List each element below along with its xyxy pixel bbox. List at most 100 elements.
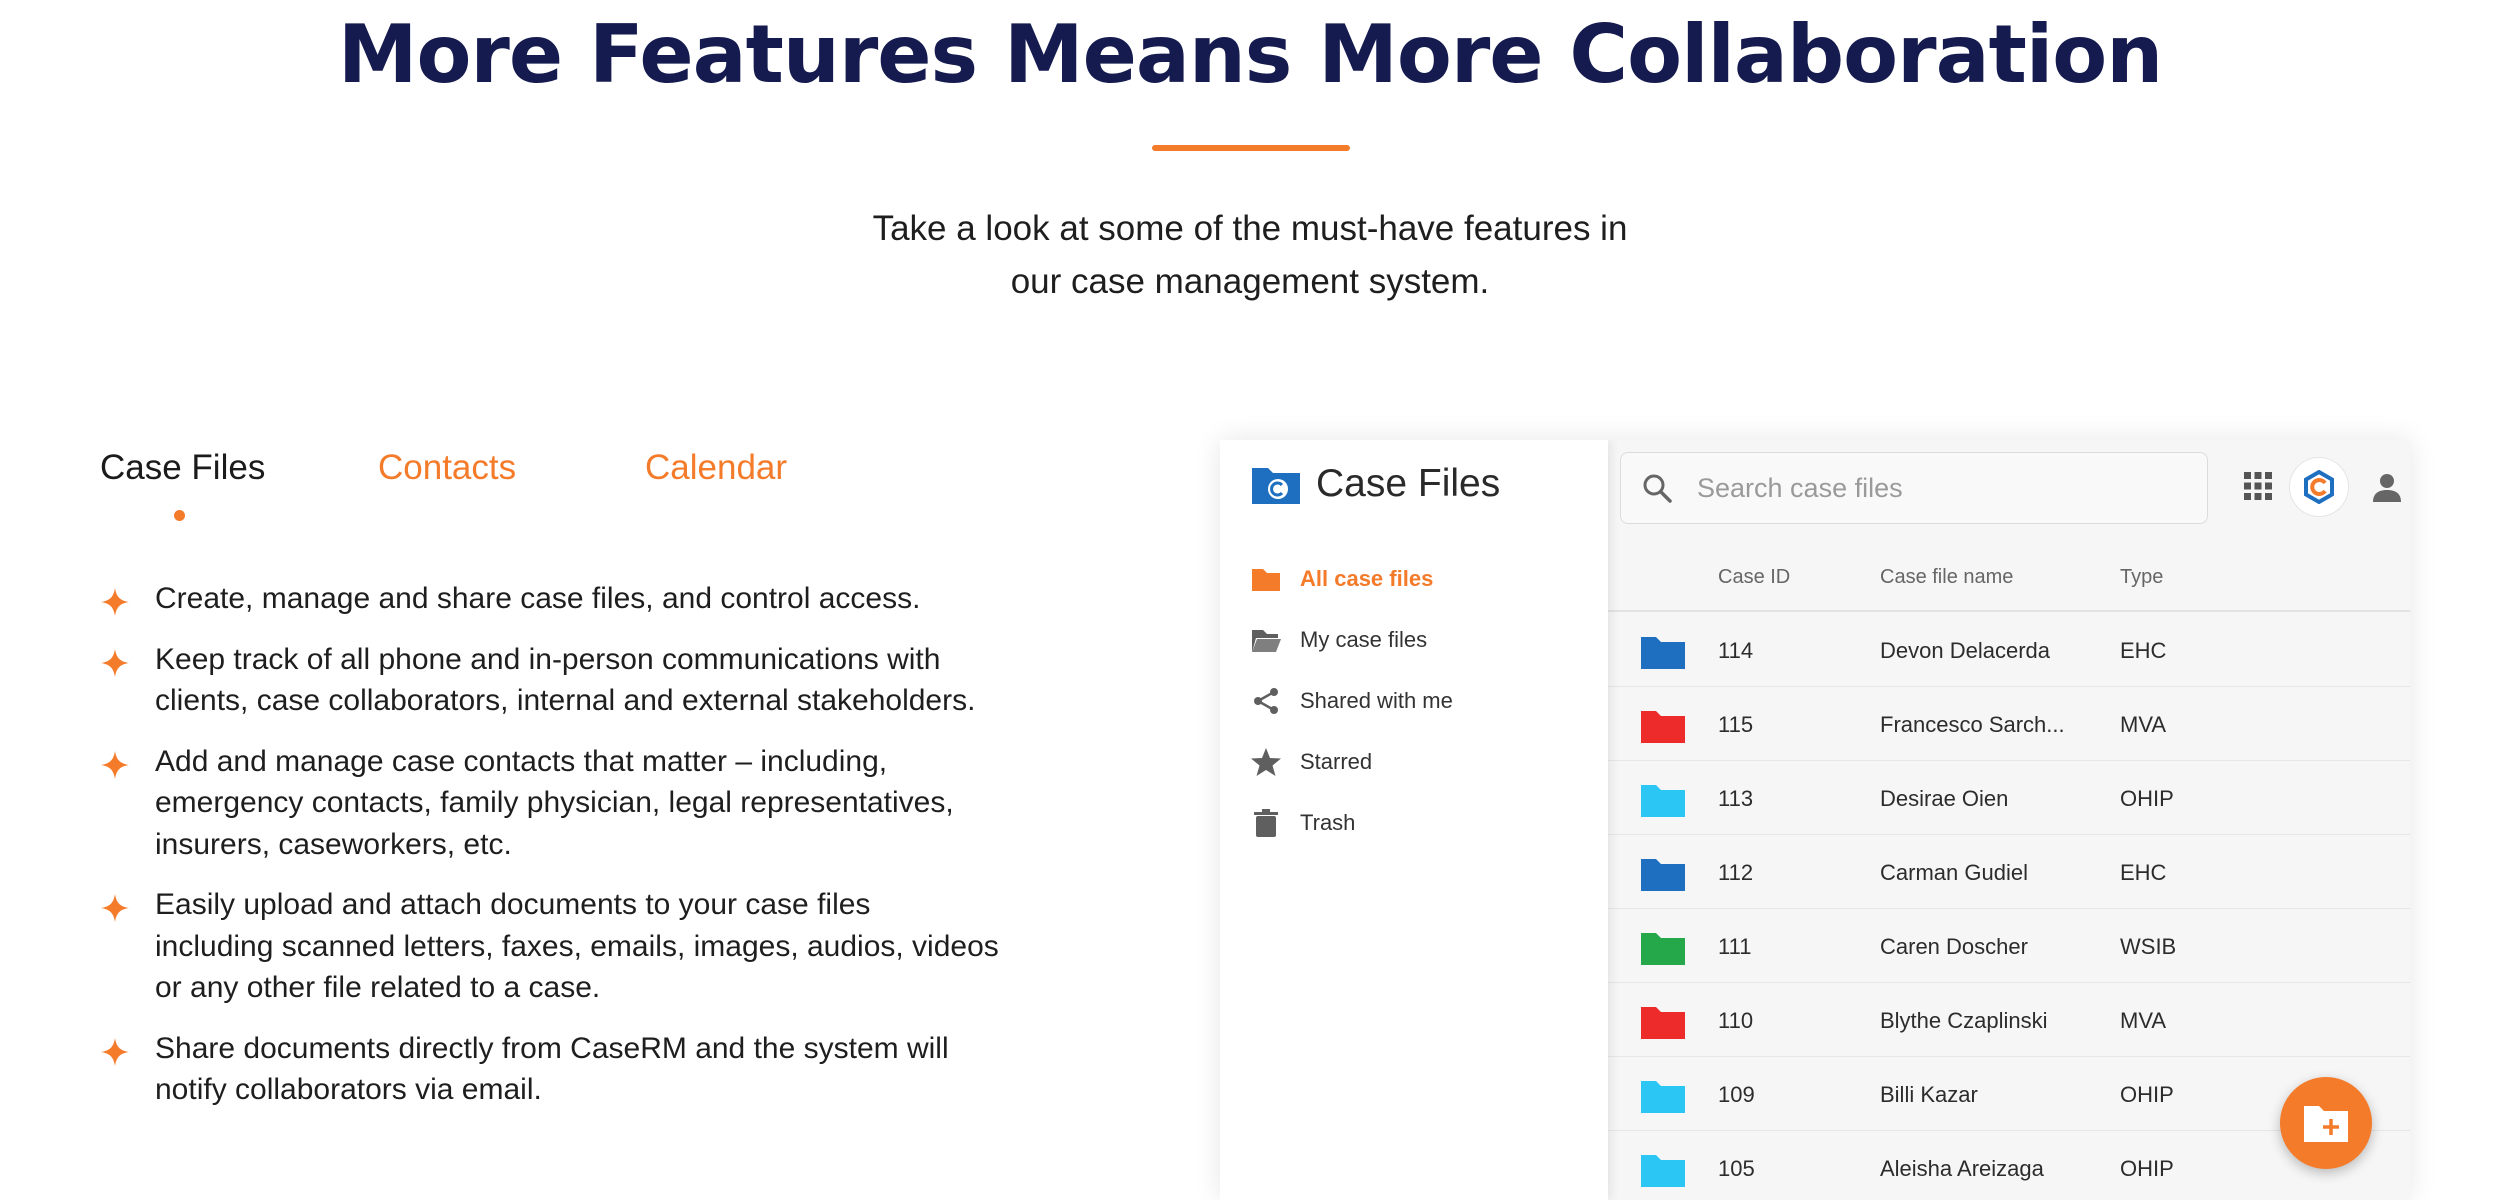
apps-grid-icon[interactable] [2242,470,2274,502]
feature-text-line: notify collaborators via email. [155,1073,542,1106]
table-row[interactable]: 114 Devon Delacerda EHC [1608,612,2410,687]
table-row[interactable]: 112 Carman Gudiel EHC [1608,834,2410,909]
brand-logo-icon [2304,470,2334,504]
cell-type: EHC [2120,638,2167,663]
folder-icon [1641,859,1685,891]
sidebar-item-label: Starred [1300,748,1373,774]
app-main: Case ID Case file name Type 114 Devon Del… [1608,440,2410,1200]
feature-text-line: clients, case collaborators, internal an… [155,684,976,717]
sparkle-icon [101,750,129,779]
cell-case-id: 115 [1718,712,1754,737]
sparkle-icon [101,648,129,677]
folder-icon [1641,785,1685,817]
cell-type: MVA [2120,1008,2167,1033]
cell-type: MVA [2120,712,2167,737]
table-row[interactable]: 115 Francesco Sarch... MVA [1608,686,2410,761]
folder-icon [1641,711,1685,743]
active-tab-indicator [174,510,185,521]
column-header-case-file-name[interactable]: Case file name [1880,566,2013,589]
cell-case-file-name: Francesco Sarch... [1880,712,2065,737]
sidebar-item-label: Trash [1300,809,1356,835]
app-title: Case Files [1316,462,1501,505]
table-row[interactable]: 111 Caren Doscher WSIB [1608,908,2410,983]
cell-case-file-name: Blythe Czaplinski [1880,1008,2048,1033]
sidebar-item-trash[interactable]: Trash [1250,792,1453,853]
folder-icon [1252,568,1280,591]
cell-case-file-name: Caren Doscher [1880,934,2028,959]
sidebar-item-my-case-files[interactable]: My case files [1250,609,1453,670]
cell-case-file-name: Billi Kazar [1880,1082,1978,1107]
feature-text-line: Share documents directly from CaseRM and… [155,1031,949,1065]
column-header-type[interactable]: Type [2120,566,2163,589]
search-box[interactable] [1620,452,2208,524]
folder-icon [1641,1081,1685,1113]
feature-text-line: insurers, caseworkers, etc. [155,827,512,861]
feature-item: Easily upload and attach documents to yo… [100,884,1040,1009]
case-files-app-preview: Case Files All case files My case files Sh… [1220,440,2410,1200]
cell-case-file-name: Carman Gudiel [1880,860,2028,885]
folder-icon [1641,637,1685,669]
sidebar-item-all-case-files[interactable]: All case files [1250,548,1453,609]
sidebar-item-label: All case files [1300,565,1434,591]
share-icon [1254,687,1278,714]
feature-text-line: or any other file related to a case. [155,971,601,1004]
side-nav: All case files My case files Shared with m… [1250,548,1453,853]
search-icon [1643,474,1672,503]
page-headline: More Features Means More Collaboration [337,8,2163,101]
cell-type: OHIP [2120,1082,2174,1107]
cell-case-id: 113 [1718,786,1754,811]
feature-text-line: including scanned letters, faxes, emails… [155,929,999,963]
cell-case-file-name: Desirae Oien [1880,786,2009,811]
tab-case-files[interactable]: Case Files [100,448,265,488]
tab-calendar[interactable]: Calendar [645,448,787,488]
sidebar-item-label: Shared with me [1300,687,1453,713]
app-sidebar: Case Files All case files My case files Sh… [1220,440,1608,1200]
sparkle-icon [101,894,129,922]
feature-text-line: Create, manage and share case files, and… [155,582,921,615]
cell-case-id: 114 [1718,638,1754,663]
page-subtitle: Take a look at some of the must-have fea… [750,202,1750,308]
cell-case-id: 105 [1718,1156,1755,1181]
subtitle-line: Take a look at some of the must-have fea… [872,209,1628,248]
feature-item: Keep track of all phone and in-person co… [100,639,1040,722]
app-logo: Case Files [1250,462,1500,506]
sidebar-item-starred[interactable]: Starred [1250,731,1453,792]
feature-list: Create, manage and share case files, and… [100,578,1040,1130]
column-header-case-id[interactable]: Case ID [1718,566,1790,589]
table-row[interactable]: 110 Blythe Czaplinski MVA [1608,982,2410,1057]
tab-contacts[interactable]: Contacts [378,448,516,488]
folder-logo-icon [1252,468,1300,504]
folder-icon [1641,1007,1685,1039]
cell-type: OHIP [2120,786,2174,811]
cell-case-file-name: Aleisha Areizaga [1880,1156,2044,1181]
brand-logo-button[interactable] [2289,457,2349,517]
table-header: Case ID Case file name Type [1608,552,2410,612]
feature-text-line: Add and manage case contacts that matter… [155,744,888,778]
table-row[interactable]: 113 Desirae Oien OHIP [1608,760,2410,835]
open-folder-icon [1252,629,1281,652]
search-input[interactable] [1695,471,2179,505]
subtitle-line: our case management system. [1010,262,1490,301]
feature-text-line: Easily upload and attach documents to yo… [155,888,871,921]
account-icon[interactable] [2370,470,2404,504]
cell-type: WSIB [2120,934,2177,959]
cell-case-id: 109 [1718,1082,1755,1107]
folder-icon [1641,933,1685,965]
cell-type: EHC [2120,860,2167,885]
add-folder-icon [2304,1106,2348,1142]
cell-case-id: 112 [1718,860,1754,885]
cell-type: OHIP [2120,1156,2174,1181]
feature-text-line: Keep track of all phone and in-person co… [155,642,941,676]
folder-icon [1641,1155,1685,1187]
cell-case-id: 111 [1718,934,1752,959]
add-case-file-button[interactable] [2280,1077,2372,1169]
sidebar-item-label: My case files [1300,626,1428,652]
sparkle-icon [101,1037,129,1066]
sidebar-item-shared-with-me[interactable]: Shared with me [1250,670,1453,731]
feature-item: Share documents directly from CaseRM and… [100,1028,1040,1111]
cell-case-file-name: Devon Delacerda [1880,638,2050,663]
feature-item: Create, manage and share case files, and… [100,578,1040,620]
feature-item: Add and manage case contacts that matter… [100,741,1040,866]
trash-icon [1254,808,1278,837]
headline-underline [1152,145,1350,151]
